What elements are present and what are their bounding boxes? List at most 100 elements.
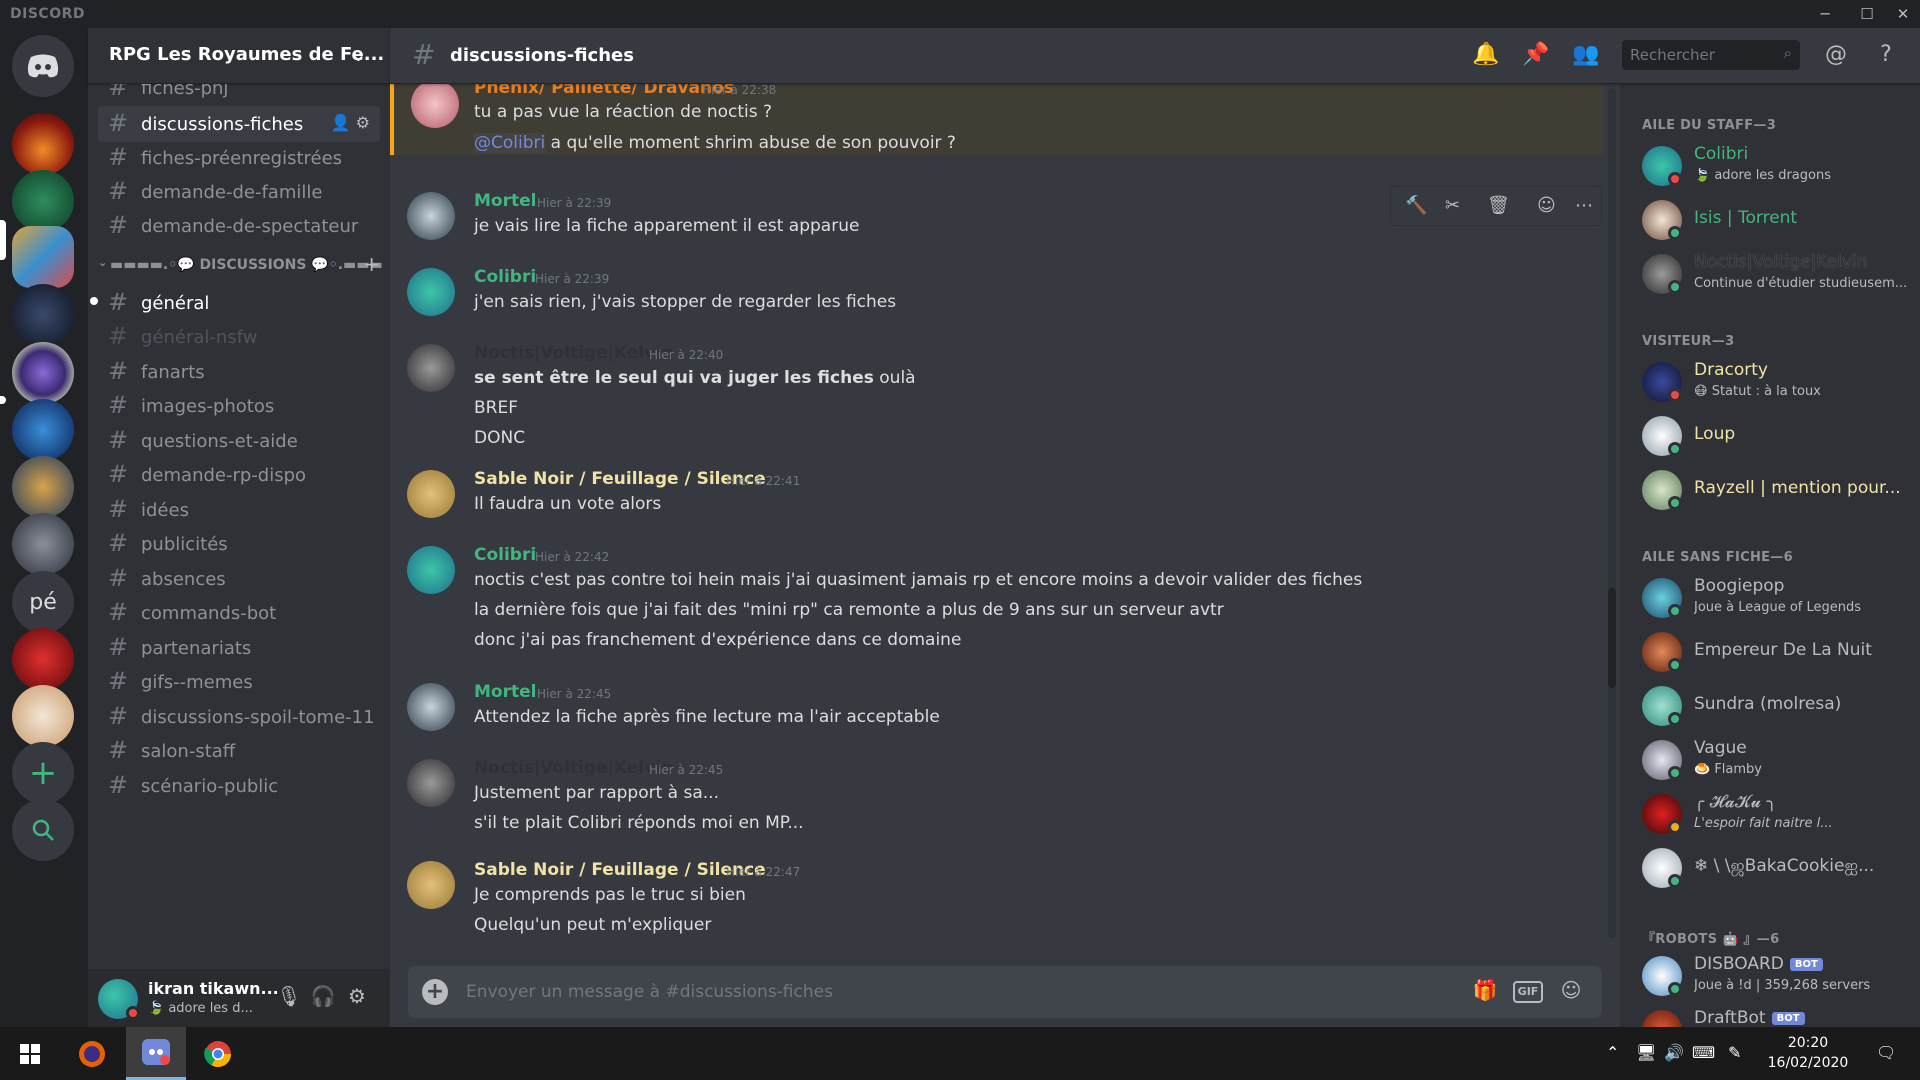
- mentions-icon[interactable]: @: [1822, 42, 1850, 70]
- message-author[interactable]: Colibri: [474, 267, 536, 287]
- channel-discussions-spoil-tome-11[interactable]: # discussions-spoil-tome-11: [98, 699, 380, 735]
- server-icon-character[interactable]: [12, 456, 74, 518]
- server-icon-green[interactable]: [12, 170, 74, 232]
- server-icon-rpg[interactable]: [12, 226, 74, 288]
- server-icon-dark[interactable]: [12, 284, 74, 346]
- message-author[interactable]: Sable Noir / Feuillage / Silence: [474, 469, 766, 489]
- channel-questions-et-aide[interactable]: # questions-et-aide: [98, 423, 380, 459]
- channel-fanarts[interactable]: # fanarts: [98, 354, 380, 390]
- headphones-icon[interactable]: 🎧: [308, 984, 338, 1012]
- search-input[interactable]: Rechercher ⌕: [1622, 40, 1800, 70]
- message[interactable]: Noctis|Voltige|Kelvin Hier à 22:40 se se…: [390, 334, 1604, 448]
- mute-microphone-icon[interactable]: 🎙: [274, 984, 304, 1012]
- channel-demande-rp-dispo[interactable]: # demande-rp-dispo: [98, 457, 380, 493]
- member-item[interactable]: Vague 🍮 Flamby: [1628, 734, 1912, 786]
- server-icon-fire[interactable]: [12, 113, 74, 175]
- member-item[interactable]: Rayzell | mention pour...: [1628, 464, 1912, 516]
- chevron-up-icon[interactable]: ⌃: [1606, 1043, 1619, 1062]
- notifications-icon[interactable]: 🗨: [1876, 1043, 1896, 1062]
- channel-commands-bot[interactable]: # commands-bot: [98, 595, 380, 631]
- taskbar-firefox[interactable]: [62, 1027, 122, 1080]
- channel-partenariats[interactable]: # partenariats: [98, 630, 380, 666]
- message-input[interactable]: [466, 978, 1366, 1006]
- invite-and-settings-icons[interactable]: 👤 ⚙: [331, 113, 370, 132]
- taskbar-discord[interactable]: [126, 1027, 186, 1080]
- channel-general[interactable]: # général: [90, 285, 380, 321]
- gift-icon[interactable]: 🎁: [1470, 978, 1500, 1006]
- taskbar-chrome[interactable]: [188, 1027, 248, 1080]
- message-author[interactable]: Mortel: [474, 191, 536, 211]
- maximize-button[interactable]: ☐: [1852, 2, 1882, 26]
- start-button[interactable]: [0, 1027, 60, 1080]
- scrollbar-thumb[interactable]: [1608, 588, 1616, 688]
- emoji-icon[interactable]: ☺: [1556, 978, 1586, 1006]
- avatar[interactable]: [411, 84, 459, 128]
- channel-images-photos[interactable]: # images-photos: [98, 388, 380, 424]
- message[interactable]: Noctis|Voltige|Kelvin Hier à 22:45 Juste…: [390, 749, 1604, 835]
- minimize-button[interactable]: ─: [1810, 2, 1840, 26]
- server-icon-pe[interactable]: pé: [12, 571, 74, 633]
- gear-icon[interactable]: ⚙: [342, 984, 372, 1012]
- message-author[interactable]: Mortel: [474, 682, 536, 702]
- scrollbar-track[interactable]: [1608, 88, 1616, 938]
- member-item[interactable]: Empereur De La Nuit: [1628, 626, 1912, 678]
- message[interactable]: Sable Noir / Feuillage / Silence Hier à …: [390, 460, 1604, 520]
- category-discussions[interactable]: ⌄ ▬▬▬▬.◦💬 DISCUSSIONS 💬◦.▬▬▬ +: [98, 252, 383, 278]
- channel-absences[interactable]: # absences: [98, 561, 380, 597]
- volume-icon[interactable]: 🔊: [1664, 1043, 1684, 1062]
- avatar[interactable]: [407, 861, 455, 909]
- mute-icon[interactable]: ✂: [1445, 195, 1460, 216]
- add-reaction-icon[interactable]: ☺: [1537, 195, 1556, 216]
- more-options-icon[interactable]: ⋯: [1575, 195, 1593, 216]
- channel-general-nsfw[interactable]: # général-nsfw: [98, 319, 380, 355]
- input-method-icon[interactable]: ⌨: [1692, 1043, 1715, 1062]
- channel-idees[interactable]: # idées: [98, 492, 380, 528]
- member-item[interactable]: Sundra (molresa): [1628, 680, 1912, 732]
- message[interactable]: Sable Noir / Feuillage / Silence Hier à …: [390, 851, 1604, 941]
- help-icon[interactable]: ?: [1872, 42, 1900, 70]
- pin-icon[interactable]: 📌: [1522, 42, 1550, 70]
- channel-discussions-fiches[interactable]: # discussions-fiches 👤 ⚙: [98, 106, 380, 142]
- message-author[interactable]: Sable Noir / Feuillage / Silence: [474, 860, 766, 880]
- message[interactable]: Phenix/ Paillette/ Dravanos Hier à 22:38…: [390, 84, 1604, 155]
- network-icon[interactable]: 🖥: [1636, 1043, 1656, 1062]
- server-icon-blue[interactable]: [12, 399, 74, 461]
- avatar[interactable]: [407, 344, 455, 392]
- explore-servers-button[interactable]: [12, 799, 74, 861]
- message[interactable]: Colibri Hier à 22:42 noctis c'est pas co…: [390, 536, 1604, 650]
- member-item[interactable]: Isis | Torrent: [1628, 194, 1912, 246]
- members-icon[interactable]: 👥: [1572, 42, 1600, 70]
- avatar[interactable]: [407, 546, 455, 594]
- channel-demande-de-spectateur[interactable]: # demande-de-spectateur: [98, 208, 380, 244]
- close-window-button[interactable]: ✕: [1888, 2, 1918, 26]
- archive-icon[interactable]: 🗑: [1487, 195, 1510, 216]
- channel-fiches-pnj[interactable]: # fiches-pnj: [98, 84, 380, 106]
- user-mention[interactable]: @Colibri: [474, 133, 546, 153]
- hammer-icon[interactable]: 🔨: [1405, 195, 1427, 216]
- system-clock[interactable]: 20:20 16/02/2020: [1762, 1033, 1854, 1073]
- member-item[interactable]: Boogiepop Joue à League of Legends: [1628, 572, 1912, 624]
- member-item[interactable]: Noctis|Voltige|Kelvin Continue d'étudier…: [1628, 248, 1912, 300]
- message[interactable]: Colibri Hier à 22:39 j'en sais rien, j'v…: [390, 258, 1604, 318]
- channel-gifs-memes[interactable]: # gifs--memes: [98, 664, 380, 700]
- channel-fiches-preenregistrees[interactable]: # fiches-préenregistrées: [98, 140, 380, 176]
- home-button[interactable]: [12, 35, 74, 97]
- server-icon-clock[interactable]: [12, 342, 74, 404]
- member-item[interactable]: ╭ 𝓗𝓪𝓚𝓾 ╮ L'espoir fait naitre l...: [1628, 788, 1912, 840]
- channel-publicites[interactable]: # publicités: [98, 526, 380, 562]
- message-author[interactable]: Colibri: [474, 545, 536, 565]
- server-icon-landscape[interactable]: [12, 513, 74, 575]
- member-item[interactable]: Loup: [1628, 410, 1912, 462]
- avatar[interactable]: [407, 759, 455, 807]
- message-author[interactable]: Phenix/ Paillette/ Dravanos: [474, 84, 734, 98]
- upload-plus-icon[interactable]: +: [422, 979, 448, 1005]
- message-author[interactable]: Noctis|Voltige|Kelvin: [474, 343, 673, 363]
- pen-icon[interactable]: ✎: [1728, 1043, 1741, 1062]
- add-server-button[interactable]: +: [12, 742, 74, 804]
- avatar[interactable]: [407, 470, 455, 518]
- server-icon-red[interactable]: [12, 628, 74, 690]
- member-item[interactable]: DraftBot BOT: [1628, 1004, 1912, 1027]
- member-item[interactable]: DISBOARD BOT Joue à !d | 359,268 servers: [1628, 950, 1912, 1002]
- bell-icon[interactable]: 🔔: [1472, 42, 1500, 70]
- server-header[interactable]: RPG Les Royaumes de Fe... ⌄: [88, 28, 390, 84]
